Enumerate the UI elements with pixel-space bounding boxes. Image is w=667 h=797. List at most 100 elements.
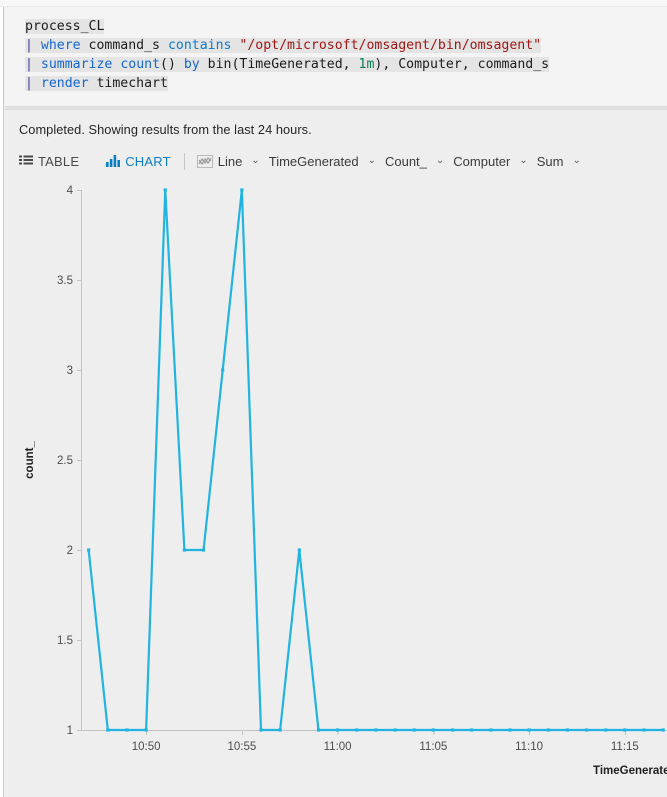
chevron-down-icon: ⌄ xyxy=(435,154,445,166)
log-analytics-query-result-pane: process_CL | where command_s contains "/o… xyxy=(0,0,667,797)
table-grid-icon xyxy=(19,155,33,167)
chevron-down-icon: ⌄ xyxy=(367,154,376,166)
data-point[interactable] xyxy=(489,728,493,732)
timechart[interactable]: 1 1.5 2 2.5 3 3.5 4 10:50 10:55 11:00 11:05 11:10 11… xyxy=(5,178,667,797)
query-token: summarize xyxy=(40,57,113,72)
data-point[interactable] xyxy=(278,728,282,732)
data-point[interactable] xyxy=(336,728,340,732)
data-point[interactable] xyxy=(163,188,167,192)
results-panel: Completed. Showing results from the last… xyxy=(5,110,667,797)
data-point[interactable] xyxy=(604,728,608,732)
x-axis-title: TimeGenerated xyxy=(593,765,667,777)
query-token: command_s xyxy=(80,38,168,53)
query-token: ), Computer, command_s xyxy=(374,57,550,72)
y-axis-selector-label: Count_ xyxy=(384,153,427,169)
query-token: | xyxy=(25,38,41,53)
chevron-down-icon: ⌄ xyxy=(519,154,528,166)
results-toolbar: TABLE CHART Line ⌄ TimeGenerated ⌄ Count… xyxy=(17,148,590,174)
chevron-down-icon: ⌄ xyxy=(572,154,581,166)
series-line[interactable] xyxy=(87,189,664,732)
query-line-1: process_CL xyxy=(25,17,667,36)
toolbar-separator xyxy=(183,152,185,170)
query-token: () xyxy=(160,57,184,72)
data-point[interactable] xyxy=(431,728,435,732)
x-axis-selector-label: TimeGenerated xyxy=(268,153,359,169)
x-tick-label: 11:05 xyxy=(419,741,447,753)
data-point[interactable] xyxy=(355,728,359,732)
data-point[interactable] xyxy=(470,728,474,732)
y-tick-label: 3.5 xyxy=(57,275,73,287)
query-token: | xyxy=(25,57,41,72)
window-top-strip xyxy=(0,0,667,7)
query-token: where xyxy=(40,38,81,53)
data-point[interactable] xyxy=(125,728,129,732)
data-point[interactable] xyxy=(450,728,455,732)
x-tick-label: 10:50 xyxy=(132,741,161,753)
data-point[interactable] xyxy=(623,728,627,732)
chart-type-label: Line xyxy=(217,153,243,169)
y-tick-label: 2.5 xyxy=(57,455,73,467)
data-point[interactable] xyxy=(546,728,550,732)
data-point[interactable] xyxy=(240,188,244,192)
aggregation-selector[interactable]: Sum ⌄ xyxy=(537,149,590,173)
tab-chart[interactable]: CHART xyxy=(106,149,180,173)
data-point[interactable] xyxy=(642,728,646,732)
query-token: render xyxy=(40,76,89,91)
query-token: by xyxy=(183,57,200,72)
query-line-4: | render timechart xyxy=(25,74,667,93)
data-point[interactable] xyxy=(106,728,110,732)
x-tick-label: 10:55 xyxy=(227,741,256,753)
data-point[interactable] xyxy=(565,728,570,732)
chevron-down-icon: ⌄ xyxy=(251,154,260,166)
tab-table[interactable]: TABLE xyxy=(17,149,88,173)
chart-type-selector[interactable]: Line ⌄ xyxy=(196,149,269,173)
y-axis-selector[interactable]: Count_ ⌄ xyxy=(385,149,453,173)
query-token: contains xyxy=(167,38,232,53)
query-token: | xyxy=(25,76,41,91)
data-point[interactable] xyxy=(221,368,225,372)
split-by-selector[interactable]: Computer ⌄ xyxy=(453,149,536,173)
data-point[interactable] xyxy=(259,728,263,732)
query-token: count xyxy=(120,57,161,72)
data-point[interactable] xyxy=(527,728,531,732)
x-tick-label: 11:15 xyxy=(611,741,639,753)
data-point[interactable] xyxy=(508,728,512,732)
data-point[interactable] xyxy=(374,728,378,732)
data-point[interactable] xyxy=(87,548,91,552)
y-tick-label: 2 xyxy=(67,545,73,557)
y-tick-label: 4 xyxy=(67,185,74,197)
data-point[interactable] xyxy=(661,728,665,732)
query-status-text: Completed. Showing results from the last… xyxy=(19,122,312,137)
tab-table-label: TABLE xyxy=(38,153,80,169)
query-token: bin(TimeGenerated, xyxy=(199,57,359,72)
line-chart-icon xyxy=(196,154,213,168)
y-axis-title: count_ xyxy=(24,441,36,479)
timechart-canvas[interactable]: 1 1.5 2 2.5 3 3.5 4 10:50 10:55 11:00 11:05 11:10 11… xyxy=(5,178,667,797)
bar-chart-icon xyxy=(106,155,121,167)
query-editor[interactable]: process_CL | where command_s contains "/o… xyxy=(5,8,667,106)
data-point[interactable] xyxy=(584,728,589,732)
x-tick-label: 11:00 xyxy=(324,741,352,753)
left-rail-divider xyxy=(0,7,4,797)
data-point[interactable] xyxy=(316,728,321,732)
query-line-3: | summarize count() by bin(TimeGenerated… xyxy=(25,55,667,74)
aggregation-selector-label: Sum xyxy=(536,153,564,169)
query-text[interactable]: process_CL | where command_s contains "/o… xyxy=(25,17,667,93)
y-tick-label: 1 xyxy=(67,725,73,737)
data-point[interactable] xyxy=(144,728,148,732)
query-token: timechart xyxy=(88,76,168,91)
query-token: "/opt/microsoft/omsagent/bin/omsagent" xyxy=(239,38,542,53)
data-point[interactable] xyxy=(182,548,187,552)
data-point[interactable] xyxy=(297,548,301,552)
query-line-2: | where command_s contains "/opt/microso… xyxy=(25,36,667,55)
tab-chart-label: CHART xyxy=(125,153,171,169)
data-point[interactable] xyxy=(393,728,397,732)
y-tick-label: 1.5 xyxy=(57,635,73,647)
x-tick-label: 11:10 xyxy=(515,741,543,753)
data-point[interactable] xyxy=(201,548,206,552)
split-by-selector-label: Computer xyxy=(453,153,511,169)
x-axis-selector[interactable]: TimeGenerated ⌄ xyxy=(269,149,385,173)
y-tick-label: 3 xyxy=(67,365,73,377)
data-point[interactable] xyxy=(412,728,416,732)
query-token: process_CL xyxy=(25,19,105,34)
